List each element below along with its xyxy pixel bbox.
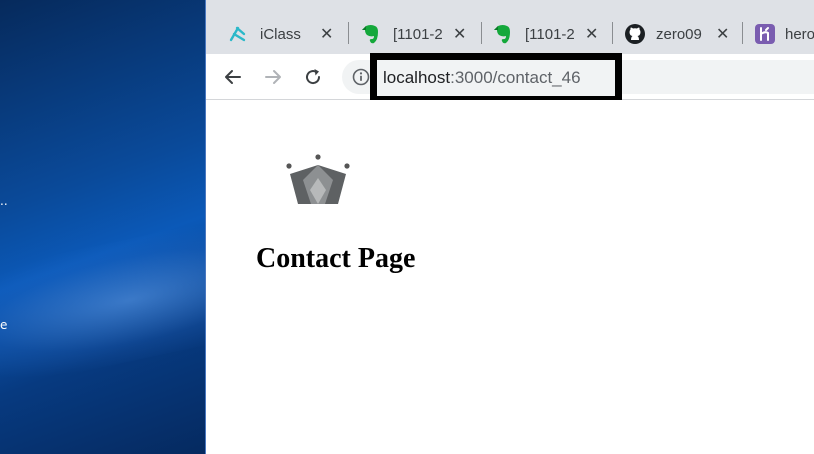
heroku-icon bbox=[755, 24, 775, 44]
crown-icon bbox=[286, 154, 350, 204]
evernote-icon bbox=[494, 25, 510, 44]
desktop-background: .. e bbox=[0, 0, 205, 454]
page-content: Contact Page bbox=[206, 100, 814, 454]
tab-strip: iClass ✕ [1101-2 ✕ [1101-2 ✕ zero09 ✕ he… bbox=[206, 0, 814, 54]
github-icon bbox=[625, 24, 645, 44]
browser-window: iClass ✕ [1101-2 ✕ [1101-2 ✕ zero09 ✕ he… bbox=[205, 0, 814, 454]
tab-iclass[interactable]: iClass ✕ bbox=[228, 14, 346, 54]
reload-button[interactable] bbox=[299, 63, 327, 91]
close-icon[interactable]: ✕ bbox=[320, 24, 333, 44]
tab-separator bbox=[612, 22, 613, 44]
back-button[interactable] bbox=[219, 63, 247, 91]
tab-evernote-2[interactable]: [1101-2 ✕ bbox=[493, 14, 611, 54]
url-path: :3000/contact_46 bbox=[450, 68, 581, 87]
iclass-icon bbox=[229, 26, 246, 42]
page-title: Contact Page bbox=[256, 243, 416, 274]
desktop-icon-label[interactable]: e bbox=[0, 318, 7, 332]
close-icon[interactable]: ✕ bbox=[585, 24, 598, 44]
tab-github[interactable]: zero09 ✕ bbox=[624, 14, 742, 54]
tab-label: iClass bbox=[260, 25, 301, 43]
info-icon[interactable] bbox=[352, 68, 370, 86]
desktop-icon-label[interactable]: .. bbox=[0, 194, 8, 208]
forward-button[interactable] bbox=[259, 63, 287, 91]
tab-label: [1101-2 bbox=[393, 25, 443, 43]
arrow-right-icon bbox=[265, 70, 281, 84]
close-icon[interactable]: ✕ bbox=[453, 24, 466, 44]
tab-label: [1101-2 bbox=[525, 25, 575, 43]
tab-separator bbox=[348, 22, 349, 44]
close-icon[interactable]: ✕ bbox=[716, 24, 729, 44]
tab-separator bbox=[481, 22, 482, 44]
tab-separator bbox=[742, 22, 743, 44]
tab-label: hero bbox=[785, 25, 814, 43]
tab-label: zero09 bbox=[656, 25, 702, 43]
arrow-left-icon bbox=[225, 70, 241, 84]
tab-heroku[interactable]: hero bbox=[754, 14, 814, 54]
url-text[interactable]: localhost:3000/contact_46 bbox=[370, 53, 622, 103]
url-host: localhost bbox=[383, 68, 451, 87]
evernote-icon bbox=[362, 25, 378, 44]
desktop-light-streak bbox=[0, 197, 205, 403]
tab-evernote-1[interactable]: [1101-2 ✕ bbox=[361, 14, 479, 54]
reload-icon bbox=[306, 69, 321, 85]
